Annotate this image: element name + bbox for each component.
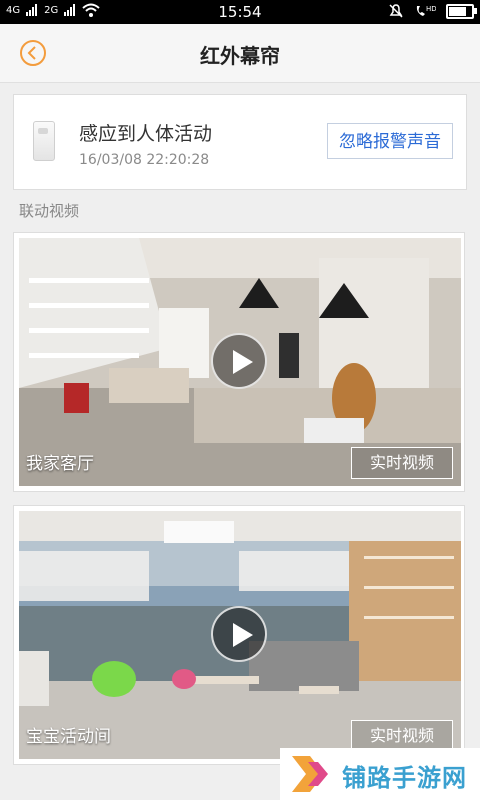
app-header: 红外幕帘 (0, 24, 480, 83)
play-button[interactable] (211, 606, 267, 662)
alert-card: 感应到人体活动 16/03/08 22:20:28 忽略报警声音 (13, 94, 467, 190)
status-bar: 4G 2G 15:54 HD (0, 0, 480, 24)
video-card[interactable]: 宝宝活动间 实时视频 (13, 505, 465, 765)
video-thumbnail[interactable]: 宝宝活动间 实时视频 (19, 511, 461, 759)
hd-call-icon: HD (416, 5, 436, 16)
play-button[interactable] (211, 333, 267, 389)
battery-level (449, 6, 466, 16)
svg-text:HD: HD (426, 5, 436, 13)
section-label: 联动视频 (19, 202, 80, 220)
watermark-text: 铺路手游网 (342, 764, 467, 792)
watermark: 铺路手游网 (280, 748, 480, 800)
live-video-button[interactable]: 实时视频 (351, 447, 453, 479)
room-name: 宝宝活动间 (26, 727, 111, 747)
ignore-alarm-button[interactable]: 忽略报警声音 (327, 123, 453, 159)
video-thumbnail[interactable]: 我家客厅 实时视频 (19, 238, 461, 486)
battery-icon (446, 3, 477, 19)
watermark-logo-icon (292, 756, 328, 792)
play-icon (233, 350, 253, 374)
play-icon (233, 623, 253, 647)
infrared-sensor-icon (33, 121, 55, 161)
room-name: 我家客厅 (26, 454, 94, 474)
page-title: 红外幕帘 (200, 44, 280, 68)
alert-time: 16/03/08 22:20:28 (79, 152, 210, 168)
video-card[interactable]: 我家客厅 实时视频 (13, 232, 465, 492)
mute-bell-icon (389, 4, 403, 18)
alert-title: 感应到人体活动 (79, 123, 213, 145)
